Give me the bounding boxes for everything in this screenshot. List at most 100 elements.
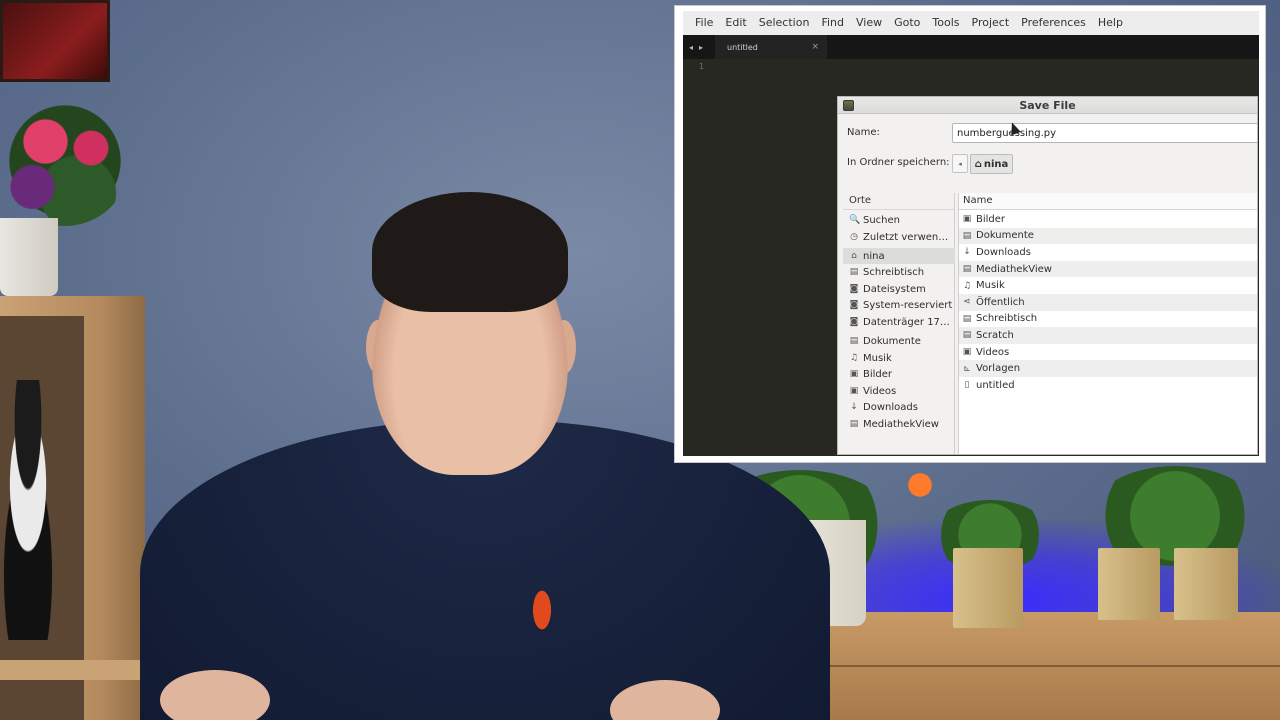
places-item-label: Videos: [863, 385, 897, 397]
menu-view[interactable]: View: [850, 12, 888, 34]
person-hair: [372, 192, 568, 312]
file-row[interactable]: ♫ Musik: [959, 277, 1257, 294]
home-icon: ⌂: [974, 158, 982, 170]
share-icon: ⋖: [963, 297, 971, 308]
menu-project[interactable]: Project: [966, 12, 1016, 34]
music-icon: ♫: [962, 280, 972, 291]
places-item-musik[interactable]: ♫ Musik: [843, 350, 955, 366]
cabinet-edge: [760, 665, 1280, 667]
file-name: Bilder: [976, 213, 1006, 225]
app-icon: [843, 100, 854, 111]
file-row[interactable]: ⋖ Öffentlich: [959, 294, 1257, 311]
places-item-label: Zuletzt verwen…: [863, 231, 949, 243]
places-item-nina[interactable]: ⌂ nina: [843, 248, 955, 264]
file-name: Dokumente: [976, 230, 1034, 242]
menu-help[interactable]: Help: [1092, 12, 1129, 34]
tab-bar: ◂ ▸ untitled ×: [683, 35, 1259, 59]
folder-icon: ▤: [962, 230, 972, 241]
templates-icon: ⊾: [963, 363, 971, 374]
path-home-button[interactable]: ⌂ nina: [970, 154, 1013, 174]
places-item-label: Dokumente: [863, 335, 921, 347]
file-name: Videos: [976, 346, 1010, 358]
file-row[interactable]: ▤ Schreibtisch: [959, 311, 1257, 328]
menu-edit[interactable]: Edit: [719, 12, 752, 34]
recent-icon: ◷: [850, 232, 858, 242]
file-row[interactable]: ▤ Scratch: [959, 327, 1257, 344]
menu-file[interactable]: File: [689, 12, 719, 34]
places-item-videos[interactable]: ▣ Videos: [843, 383, 955, 399]
folder-icon: ▤: [962, 313, 972, 324]
tab-label: untitled: [727, 42, 758, 52]
name-label: Name:: [847, 127, 880, 138]
places-item-mediathekview[interactable]: ▤ MediathekView: [843, 416, 955, 432]
places-item-zuletzt-verwen[interactable]: ◷ Zuletzt verwen…: [843, 229, 955, 245]
file-row[interactable]: ▣ Bilder: [959, 211, 1257, 228]
places-item-label: Bilder: [863, 368, 893, 380]
tab-untitled[interactable]: untitled ×: [715, 35, 827, 59]
file-name: Vorlagen: [976, 363, 1021, 375]
folder-icon: ▤: [962, 264, 972, 275]
places-item-system-reserviert[interactable]: ◙ System-reserviert: [843, 297, 955, 313]
drive-icon: ◙: [849, 317, 859, 327]
places-item-label: Downloads: [863, 401, 918, 413]
orange-flower: [905, 470, 935, 500]
places-item-dokumente[interactable]: ▤ Dokumente: [843, 333, 955, 349]
file-row[interactable]: ▣ Videos: [959, 344, 1257, 361]
video-icon: ▣: [849, 386, 859, 396]
video-icon: ▣: [962, 347, 972, 358]
plant-pot: [1174, 548, 1238, 620]
menu-selection[interactable]: Selection: [753, 12, 816, 34]
places-item-label: Suchen: [863, 214, 901, 226]
file-row[interactable]: ↓ Downloads: [959, 244, 1257, 261]
pictures-icon: ▣: [849, 369, 859, 379]
menu-tools[interactable]: Tools: [926, 12, 965, 34]
desktop-icon: ▤: [849, 267, 859, 277]
file-name: Schreibtisch: [976, 313, 1038, 325]
places-item-schreibtisch[interactable]: ▤ Schreibtisch: [843, 264, 955, 280]
path-home-label: nina: [983, 158, 1009, 170]
places-item-label: Datenträger 17…: [863, 316, 950, 328]
menu-bar: File Edit Selection Find View Goto Tools…: [683, 11, 1259, 35]
file-list: Name ▣ Bilder ▤ Dokumente ↓ Downloads ▤ Mediath…: [958, 193, 1257, 454]
dialog-title: Save File: [1019, 98, 1076, 112]
line-gutter: 1: [683, 59, 719, 456]
menu-goto[interactable]: Goto: [888, 12, 926, 34]
places-item-suchen[interactable]: 🔍 Suchen: [843, 212, 955, 228]
places-item-label: Musik: [863, 352, 892, 364]
places-item-label: System-reserviert: [863, 299, 953, 311]
places-sidebar: Orte 🔍 Suchen ◷ Zuletzt verwen… ⌂ nina ▤ Schrei…: [843, 193, 955, 454]
tab-next-icon[interactable]: ▸: [699, 43, 703, 52]
places-item-datenträger-17[interactable]: ◙ Datenträger 17…: [843, 314, 955, 330]
file-name: Scratch: [976, 329, 1014, 341]
path-back-button[interactable]: ◂: [952, 154, 968, 173]
file-row[interactable]: ⊾ Vorlagen: [959, 360, 1257, 377]
panda-plush: [0, 380, 70, 640]
places-item-label: Schreibtisch: [863, 266, 925, 278]
menu-preferences[interactable]: Preferences: [1015, 12, 1092, 34]
file-row[interactable]: ▤ MediathekView: [959, 260, 1257, 278]
shirt-logo: [528, 580, 556, 640]
plant-pot: [953, 548, 1023, 628]
menu-find[interactable]: Find: [815, 12, 850, 34]
tab-navigation: ◂ ▸: [683, 43, 713, 52]
dialog-titlebar[interactable]: Save File: [838, 97, 1257, 114]
download-icon: ↓: [850, 402, 858, 412]
places-item-bilder[interactable]: ▣ Bilder: [843, 366, 955, 382]
tab-prev-icon[interactable]: ◂: [689, 43, 693, 52]
places-item-downloads[interactable]: ↓ Downloads: [843, 399, 955, 415]
pictures-folder-icon: ▣: [962, 214, 972, 225]
close-icon[interactable]: ×: [811, 42, 819, 52]
places-item-dateisystem[interactable]: ◙ Dateisystem: [843, 281, 955, 297]
folder-icon: ▤: [849, 336, 859, 346]
places-header: Orte: [843, 193, 954, 210]
filename-input[interactable]: [952, 123, 1257, 143]
name-column-header[interactable]: Name: [959, 193, 1257, 210]
file-row[interactable]: ▤ Dokumente: [959, 227, 1257, 245]
places-item-label: MediathekView: [863, 418, 939, 430]
places-item-label: Dateisystem: [863, 283, 926, 295]
flower-bouquet: [0, 96, 130, 226]
file-name: untitled: [976, 379, 1015, 391]
file-row[interactable]: ▯ untitled: [959, 377, 1257, 394]
download-icon: ↓: [963, 247, 971, 258]
shelf-board: [0, 660, 145, 680]
